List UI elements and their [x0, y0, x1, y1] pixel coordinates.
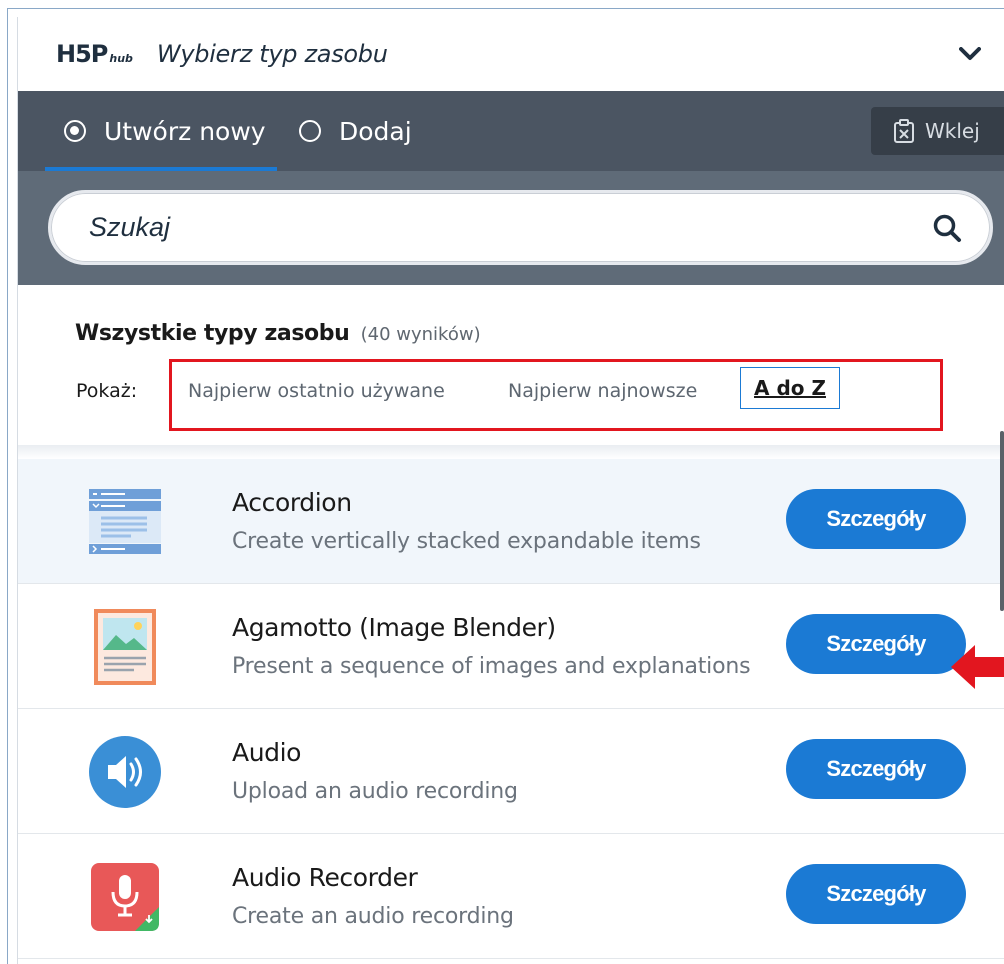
list-item[interactable]: Agamotto (Image Blender) Present a seque…: [18, 584, 1004, 709]
hub-title: Wybierz typ zasobu: [156, 40, 388, 68]
list-item[interactable]: Accordion Create vertically stacked expa…: [18, 459, 1004, 584]
item-description: Create an audio recording: [232, 904, 514, 929]
image-blender-icon: [84, 606, 166, 688]
h5p-hub-panel: H5P hub Wybierz typ zasobu Utwórz nowy D…: [17, 17, 1004, 964]
h5p-hub-logo: H5P hub: [56, 40, 133, 68]
clipboard-icon: [893, 119, 915, 143]
results-count: (40 wyników): [360, 324, 481, 345]
annotation-highlight-box: [169, 359, 943, 431]
accordion-icon: [84, 481, 166, 563]
search-area: [18, 171, 1004, 285]
item-description: Upload an audio recording: [232, 779, 518, 804]
details-button[interactable]: Szczegóły: [786, 739, 966, 799]
item-title: Accordion: [232, 488, 352, 517]
search-icon[interactable]: [932, 213, 962, 243]
tab-upload-label: Dodaj: [339, 116, 412, 146]
item-title: Audio: [232, 738, 302, 767]
radio-unselected-icon: [299, 120, 321, 142]
details-button[interactable]: Szczegóły: [786, 489, 966, 549]
logo-main-text: H5P: [56, 40, 108, 68]
paste-button[interactable]: Wklej: [871, 107, 1004, 155]
scrollbar[interactable]: [1000, 431, 1004, 611]
hub-header[interactable]: H5P hub Wybierz typ zasobu: [18, 17, 1004, 91]
tab-create-new-label: Utwórz nowy: [104, 116, 266, 146]
details-button[interactable]: Szczegóły: [786, 614, 966, 674]
results-header: Wszystkie typy zasobu (40 wyników) Pokaż…: [18, 285, 1004, 445]
item-title: Agamotto (Image Blender): [232, 613, 556, 642]
logo-sub-text: hub: [109, 52, 133, 65]
sort-show-label: Pokaż:: [76, 380, 138, 402]
search-box[interactable]: [48, 190, 993, 265]
list-item[interactable]: Audio Recorder Create an audio recording…: [18, 834, 1004, 959]
item-description: Create vertically stacked expandable ite…: [232, 529, 701, 554]
content-type-list: Accordion Create vertically stacked expa…: [18, 445, 1004, 964]
results-title: Wszystkie typy zasobu (40 wyników): [75, 321, 481, 346]
chevron-down-icon[interactable]: [957, 41, 983, 67]
item-description: Present a sequence of images and explana…: [232, 654, 751, 679]
list-top-shadow: [18, 445, 1004, 459]
microphone-icon: [84, 856, 166, 938]
speaker-icon: [84, 731, 166, 813]
search-input[interactable]: [89, 212, 889, 243]
results-title-text: Wszystkie typy zasobu: [75, 321, 350, 346]
details-button[interactable]: Szczegóły: [786, 864, 966, 924]
tab-bar: Utwórz nowy Dodaj: [18, 91, 1004, 171]
radio-selected-icon: [64, 120, 86, 142]
tab-upload[interactable]: Dodaj: [299, 91, 412, 171]
annotation-arrow-icon: [951, 643, 1004, 696]
list-item[interactable]: Audio Upload an audio recording Szczegół…: [18, 709, 1004, 834]
item-title: Audio Recorder: [232, 863, 418, 892]
tab-create-new[interactable]: Utwórz nowy: [64, 91, 266, 171]
paste-button-label: Wklej: [925, 119, 980, 143]
